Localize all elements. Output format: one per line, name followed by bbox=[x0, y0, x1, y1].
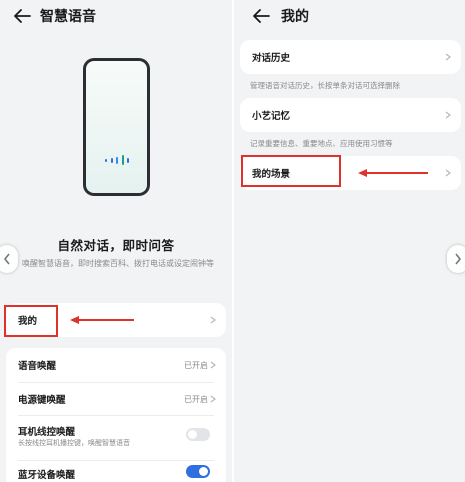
list-item[interactable]: 对话历史 bbox=[240, 40, 461, 74]
settings-label: 蓝牙设备唤醒 bbox=[18, 470, 76, 481]
settings-row-headset-wakeup: 耳机线控唤醒 长按线控耳机播控键，唤醒智慧语音 bbox=[6, 416, 226, 460]
annotation-box-scenes bbox=[241, 155, 341, 187]
phone-screen bbox=[86, 61, 147, 193]
settings-value: 已开启 bbox=[184, 360, 208, 370]
xiaoyi-memory-row[interactable]: 小艺记忆 bbox=[240, 98, 461, 132]
prev-arrow-icon[interactable] bbox=[0, 245, 18, 273]
settings-label: 电源键唤醒 bbox=[18, 395, 66, 406]
bluetooth-wakeup-toggle[interactable] bbox=[186, 465, 210, 478]
chevron-right-icon bbox=[210, 361, 216, 369]
page-title: 智慧语音 bbox=[40, 9, 96, 25]
settings-value: 已开启 bbox=[184, 394, 208, 404]
chevron-right-icon bbox=[210, 395, 216, 403]
hero-subtitle: 唤醒智慧语音，即时搜索百科、拨打电话或设定闹钟等 bbox=[22, 259, 214, 268]
back-arrow-icon[interactable] bbox=[13, 8, 31, 24]
chevron-right-icon bbox=[210, 316, 216, 324]
phone-illustration bbox=[83, 58, 150, 196]
left-header: 智慧语音 bbox=[0, 0, 232, 34]
right-screen: 我的 对话历史 管理语音对话历史，长按单条对话可选择删除 小艺记忆 记录重要信息… bbox=[234, 0, 465, 482]
settings-row-voice-wakeup[interactable]: 语音唤醒 已开启 bbox=[6, 348, 226, 382]
page-title: 我的 bbox=[281, 9, 309, 25]
annotation-arrow-line-scenes bbox=[366, 172, 428, 174]
item-label: 对话历史 bbox=[252, 53, 291, 64]
item-label: 小艺记忆 bbox=[252, 111, 291, 122]
chevron-right-icon bbox=[445, 53, 451, 61]
left-screen: 智慧语音 自然对话，即时问答 唤醒智慧语音，即时搜索百科、拨打电话或设定闹钟等 … bbox=[0, 0, 232, 482]
settings-label: 语音唤醒 bbox=[18, 361, 57, 372]
settings-row-power-key-wakeup[interactable]: 电源键唤醒 已开启 bbox=[6, 383, 226, 415]
item-description: 管理语音对话历史，长按单条对话可选择删除 bbox=[250, 81, 400, 90]
voice-wave-icon bbox=[105, 154, 129, 166]
chevron-right-icon bbox=[445, 169, 451, 177]
settings-card: 语音唤醒 已开启 电源键唤醒 已开启 耳机线控唤醒 长按线控耳机播控键，唤醒智慧… bbox=[6, 348, 226, 482]
annotation-box-my bbox=[4, 305, 58, 337]
right-header: 我的 bbox=[234, 0, 465, 34]
settings-label: 耳机线控唤醒 bbox=[18, 427, 76, 438]
annotation-arrow-head-scenes bbox=[358, 169, 367, 177]
chevron-right-icon bbox=[445, 111, 451, 119]
headset-wakeup-toggle[interactable] bbox=[186, 428, 210, 441]
item-description: 记录重要信息、重要地点、应用使用习惯等 bbox=[250, 139, 393, 148]
back-arrow-icon[interactable] bbox=[252, 8, 270, 24]
settings-row-bluetooth-wakeup: 蓝牙设备唤醒 bbox=[6, 461, 226, 482]
settings-subtitle: 长按线控耳机播控键，唤醒智慧语音 bbox=[18, 439, 130, 447]
annotation-arrow-line-my bbox=[78, 319, 134, 321]
dialog-history-row[interactable]: 对话历史 bbox=[240, 40, 461, 74]
annotation-arrow-head-my bbox=[70, 316, 79, 324]
next-arrow-icon[interactable] bbox=[447, 245, 465, 273]
hero-title: 自然对话，即时问答 bbox=[57, 238, 175, 253]
list-item[interactable]: 小艺记忆 bbox=[240, 98, 461, 132]
